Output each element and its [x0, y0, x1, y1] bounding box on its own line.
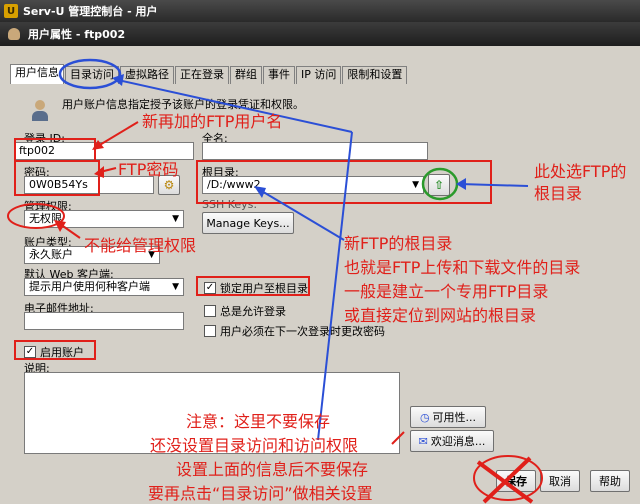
logo-letter: U [6, 5, 16, 17]
tab-ip-access[interactable]: IP 访问 [296, 66, 342, 84]
annotation-root-explain-3: 一般是建立一个专用FTP目录 [344, 282, 549, 301]
tab-directory-access[interactable]: 目录访问 [65, 66, 119, 84]
chevron-down-icon: ▼ [172, 214, 179, 224]
web-client-select[interactable]: 提示用户使用何种客户端 ▼ [24, 278, 184, 296]
always-allow-label: 总是允许登录 [220, 305, 286, 318]
annotation-notice-3: 设置上面的信息后不要保存 [176, 460, 369, 479]
annotation-new-ftp-user: 新再加的FTP用户名 [142, 112, 283, 131]
annotation-box-root-dir [196, 160, 492, 204]
user-icon [8, 28, 20, 40]
tab-logged-in[interactable]: 正在登录 [175, 66, 229, 84]
annotation-root-explain-2: 也就是FTP上传和下载文件的目录 [344, 258, 581, 277]
chevron-down-icon: ▼ [172, 282, 179, 292]
welcome-message-button[interactable]: ✉ 欢迎消息... [410, 430, 494, 452]
cancel-button[interactable]: 取消 [540, 470, 580, 492]
annotation-root-explain-4: 或直接定位到网站的根目录 [344, 306, 537, 325]
tab-user-info[interactable]: 用户信息 [10, 64, 64, 84]
account-type-value: 永久账户 [29, 248, 73, 261]
checkbox-unchecked-icon [204, 305, 216, 317]
annotation-root-explain-1: 新FTP的根目录 [344, 234, 453, 253]
annotation-notice-4: 要再点击“目录访问”做相关设置 [148, 484, 373, 503]
web-client-value: 提示用户使用何种客户端 [29, 280, 150, 293]
tab-bar: 用户信息 目录访问 虚拟路径 正在登录 群组 事件 IP 访问 限制和设置 [10, 64, 408, 84]
manage-keys-button[interactable]: Manage Keys... [202, 212, 294, 234]
tab-limits-settings[interactable]: 限制和设置 [342, 66, 408, 84]
annotation-ftp-password: FTP密码 [118, 160, 179, 179]
dialog-title: 用户属性 - ftp002 [28, 28, 126, 41]
admin-privilege-value: 无权限 [29, 212, 62, 225]
always-allow-checkbox[interactable]: 总是允许登录 [204, 303, 286, 319]
annotation-box-login-id [14, 138, 96, 162]
annotation-box-enable-account [14, 340, 96, 360]
message-icon: ✉ [418, 434, 428, 448]
tab-virtual-paths[interactable]: 虚拟路径 [120, 66, 174, 84]
app-title-bar: U Serv-U 管理控制台 - 用户 [0, 0, 640, 22]
annotation-notice-2: 还没设置目录访问和访问权限 [150, 436, 359, 455]
annotation-choose-root-2: 根目录 [534, 184, 583, 203]
full-name-input[interactable] [202, 142, 428, 160]
key-icon: ⚙ [163, 178, 175, 192]
user-avatar-icon [32, 100, 48, 122]
annotation-choose-root-1: 此处选FTP的 [534, 162, 627, 181]
serv-u-logo-icon: U [4, 4, 18, 18]
annotation-box-lock-root [196, 276, 310, 296]
admin-privilege-select[interactable]: 无权限 ▼ [24, 210, 184, 228]
app-title: Serv-U 管理控制台 - 用户 [23, 5, 158, 18]
tab-groups[interactable]: 群组 [230, 66, 262, 84]
must-change-password-checkbox[interactable]: 用户必须在下一次登录时更改密码 [204, 323, 385, 339]
welcome-message-label: 欢迎消息... [430, 435, 486, 448]
form-description: 用户账户信息指定授予该账户的登录凭证和权限。 [62, 98, 304, 111]
email-input[interactable] [24, 312, 184, 330]
availability-button[interactable]: ◷ 可用性... [410, 406, 486, 428]
checkbox-unchecked-icon [204, 325, 216, 337]
availability-label: 可用性... [432, 411, 477, 424]
clock-icon: ◷ [419, 410, 430, 424]
annotation-no-admin: 不能给管理权限 [84, 236, 197, 255]
tab-events[interactable]: 事件 [263, 66, 295, 84]
save-button[interactable]: 保存 [496, 470, 536, 492]
must-change-password-label: 用户必须在下一次登录时更改密码 [220, 325, 385, 338]
annotation-notice-1: 注意：这里不要保存 [186, 412, 331, 431]
help-button[interactable]: 帮助 [590, 470, 630, 492]
dialog-header: 用户属性 - ftp002 [0, 22, 640, 46]
annotation-box-password [14, 160, 100, 196]
